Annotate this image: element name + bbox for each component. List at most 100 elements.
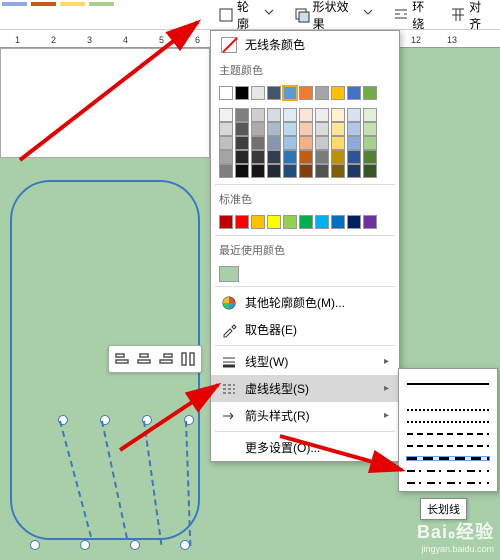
dash-type-item[interactable]: 虚线线型(S) ▸ <box>211 375 399 402</box>
color-swatch[interactable] <box>283 108 297 122</box>
color-swatch[interactable] <box>331 150 345 164</box>
color-swatch[interactable] <box>283 122 297 136</box>
dash-long-dash-dot-dot[interactable] <box>407 482 489 484</box>
dash-long-dash-dot[interactable] <box>407 470 489 472</box>
dash-square-dot[interactable] <box>407 421 489 423</box>
shape-effects-label: 形状效果 <box>313 0 361 32</box>
color-swatch[interactable] <box>347 215 361 229</box>
color-swatch[interactable] <box>251 122 265 136</box>
theme-color-row <box>211 82 399 104</box>
color-swatch[interactable] <box>299 122 313 136</box>
color-swatch[interactable] <box>315 150 329 164</box>
color-swatch[interactable] <box>251 108 265 122</box>
color-swatch[interactable] <box>331 86 345 100</box>
align-left-button[interactable] <box>111 348 133 370</box>
color-swatch[interactable] <box>347 108 361 122</box>
color-swatch[interactable] <box>235 108 249 122</box>
color-swatch[interactable] <box>363 122 377 136</box>
color-swatch[interactable] <box>363 215 377 229</box>
color-swatch[interactable] <box>251 86 265 100</box>
color-swatch[interactable] <box>219 136 233 150</box>
color-swatch[interactable] <box>299 215 313 229</box>
color-swatch[interactable] <box>299 164 313 178</box>
arrow-style-item[interactable]: 箭头样式(R) ▸ <box>211 402 399 429</box>
color-swatch[interactable] <box>235 215 249 229</box>
color-swatch[interactable] <box>267 136 281 150</box>
color-swatch[interactable] <box>283 86 297 100</box>
color-swatch[interactable] <box>299 108 313 122</box>
color-swatch[interactable] <box>315 122 329 136</box>
dash-solid[interactable] <box>407 383 489 399</box>
color-swatch[interactable] <box>267 150 281 164</box>
color-swatch[interactable] <box>283 150 297 164</box>
color-swatch[interactable] <box>347 136 361 150</box>
color-swatch[interactable] <box>267 122 281 136</box>
color-swatch[interactable] <box>331 164 345 178</box>
color-swatch[interactable] <box>315 86 329 100</box>
color-swatch[interactable] <box>219 122 233 136</box>
no-line-color-item[interactable]: 无线条颜色 <box>211 31 399 58</box>
ruler-mark: 1 <box>15 35 20 45</box>
color-swatch[interactable] <box>219 164 233 178</box>
selection-handle[interactable] <box>80 540 90 550</box>
more-settings-label: 更多设置(O)... <box>245 439 320 456</box>
color-swatch[interactable] <box>251 150 265 164</box>
color-swatch[interactable] <box>299 86 313 100</box>
color-swatch[interactable] <box>363 136 377 150</box>
color-swatch[interactable] <box>363 86 377 100</box>
color-swatch[interactable] <box>251 164 265 178</box>
dash-dash-dot[interactable] <box>407 445 489 447</box>
color-swatch[interactable] <box>219 150 233 164</box>
color-swatch[interactable] <box>363 108 377 122</box>
color-swatch[interactable] <box>315 164 329 178</box>
color-swatch[interactable] <box>251 215 265 229</box>
color-swatch[interactable] <box>283 136 297 150</box>
color-swatch[interactable] <box>267 86 281 100</box>
more-outline-colors-item[interactable]: 其他轮廓颜色(M)... <box>211 289 399 316</box>
color-swatch[interactable] <box>267 164 281 178</box>
color-swatch[interactable] <box>219 86 233 100</box>
color-swatch[interactable] <box>219 108 233 122</box>
dash-long-dash[interactable] <box>407 457 489 460</box>
line-weight-item[interactable]: 线型(W) ▸ <box>211 348 399 375</box>
color-swatch[interactable] <box>363 164 377 178</box>
color-swatch[interactable] <box>267 215 281 229</box>
color-swatch[interactable] <box>235 122 249 136</box>
color-swatch[interactable] <box>283 215 297 229</box>
color-swatch[interactable] <box>299 150 313 164</box>
color-swatch[interactable] <box>347 150 361 164</box>
outline-label: 轮廓 <box>237 0 261 32</box>
color-swatch[interactable] <box>363 150 377 164</box>
color-swatch[interactable] <box>283 164 297 178</box>
color-swatch[interactable] <box>235 150 249 164</box>
recent-color-swatch[interactable] <box>219 266 239 282</box>
distribute-button[interactable] <box>177 348 199 370</box>
selection-handle[interactable] <box>30 540 40 550</box>
more-settings-item[interactable]: 更多设置(O)... <box>211 434 399 461</box>
color-swatch[interactable] <box>331 215 345 229</box>
color-swatch[interactable] <box>235 136 249 150</box>
color-swatch[interactable] <box>299 136 313 150</box>
selection-handle[interactable] <box>130 540 140 550</box>
color-swatch[interactable] <box>331 108 345 122</box>
color-swatch[interactable] <box>251 136 265 150</box>
more-colors-label: 其他轮廓颜色(M)... <box>245 294 345 311</box>
color-swatch[interactable] <box>235 164 249 178</box>
color-swatch[interactable] <box>219 215 233 229</box>
color-swatch[interactable] <box>347 86 361 100</box>
ruler-mark: 4 <box>123 35 128 45</box>
color-swatch[interactable] <box>331 122 345 136</box>
dash-dash[interactable] <box>407 433 489 435</box>
dash-round-dot[interactable] <box>407 409 489 411</box>
color-swatch[interactable] <box>315 108 329 122</box>
align-center-button[interactable] <box>133 348 155 370</box>
color-swatch[interactable] <box>331 136 345 150</box>
color-swatch[interactable] <box>315 136 329 150</box>
color-swatch[interactable] <box>267 108 281 122</box>
color-swatch[interactable] <box>235 86 249 100</box>
color-swatch[interactable] <box>347 122 361 136</box>
eyedropper-item[interactable]: 取色器(E) <box>211 316 399 343</box>
color-swatch[interactable] <box>347 164 361 178</box>
align-right-button[interactable] <box>155 348 177 370</box>
color-swatch[interactable] <box>315 215 329 229</box>
